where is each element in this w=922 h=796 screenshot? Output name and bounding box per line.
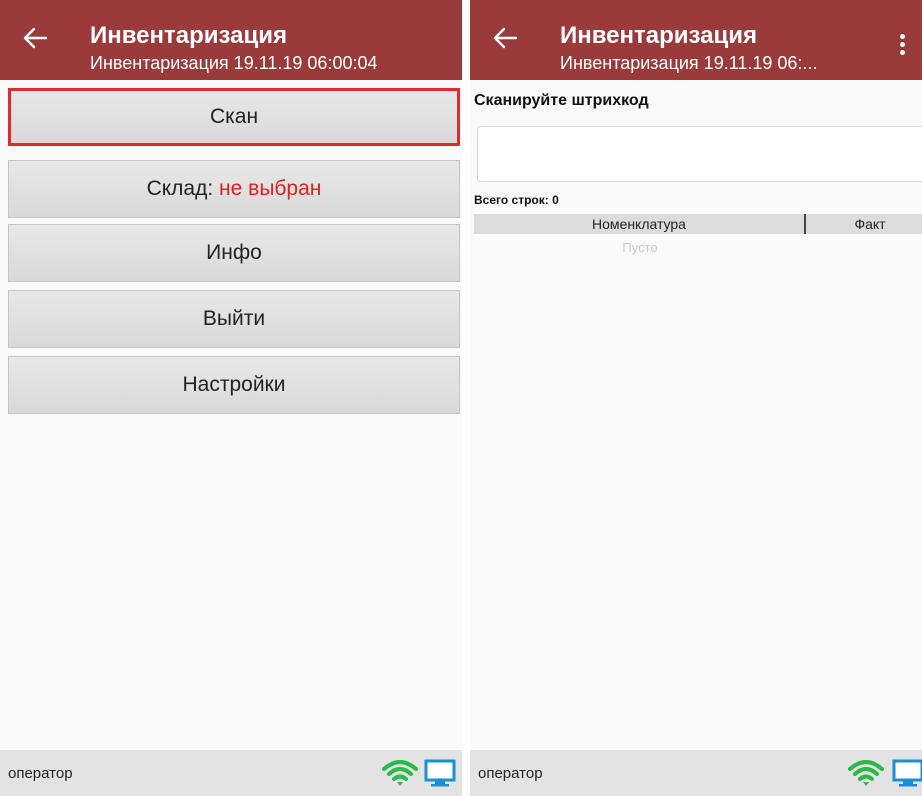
operator-label: оператор <box>8 765 73 782</box>
rows-count-label: Всего строк: 0 <box>474 193 559 207</box>
right-screen: Инвентаризация Инвентаризация 19.11.19 0… <box>470 0 922 796</box>
page-subtitle: Инвентаризация 19.11.19 06:00:04 <box>90 53 378 73</box>
info-button-label: Инфо <box>206 241 262 264</box>
operator-label: оператор <box>478 765 543 782</box>
back-arrow-icon[interactable] <box>492 26 518 50</box>
settings-button-label: Настройки <box>182 373 286 396</box>
page-title: Инвентаризация <box>90 22 288 49</box>
monitor-icon <box>892 759 922 787</box>
back-arrow-icon[interactable] <box>22 26 48 50</box>
status-bar: оператор <box>0 750 462 796</box>
exit-button[interactable]: Выйти <box>8 290 460 348</box>
app-bar: Инвентаризация Инвентаризация 19.11.19 0… <box>470 0 922 80</box>
wifi-icon <box>848 760 884 786</box>
barcode-input[interactable] <box>477 126 922 182</box>
scan-prompt-label: Сканируйте штрихкод <box>474 92 649 109</box>
warehouse-button-label: Склад: <box>146 177 220 200</box>
table-empty-text: Пусто <box>622 240 658 255</box>
warehouse-button[interactable]: Склад: не выбран <box>8 160 460 218</box>
exit-button-label: Выйти <box>202 307 266 330</box>
page-title: Инвентаризация <box>560 22 758 49</box>
column-header-nomenclature[interactable]: Номенклатура <box>474 214 806 234</box>
wifi-icon <box>382 760 418 786</box>
page-subtitle: Инвентаризация 19.11.19 06:... <box>560 53 818 73</box>
info-button[interactable]: Инфо <box>8 224 460 282</box>
warehouse-value: не выбран <box>219 177 322 200</box>
table-header: Номенклатура Факт <box>474 214 922 234</box>
more-options-icon[interactable] <box>900 34 906 56</box>
monitor-icon <box>424 759 456 787</box>
status-bar: оператор <box>470 750 922 796</box>
left-screen: Инвентаризация Инвентаризация 19.11.19 0… <box>0 0 462 796</box>
scan-button-label: Скан <box>209 105 259 128</box>
scan-button[interactable]: Скан <box>8 88 460 146</box>
app-bar: Инвентаризация Инвентаризация 19.11.19 0… <box>0 0 462 80</box>
column-header-fact[interactable]: Факт <box>806 214 922 234</box>
settings-button[interactable]: Настройки <box>8 356 460 414</box>
